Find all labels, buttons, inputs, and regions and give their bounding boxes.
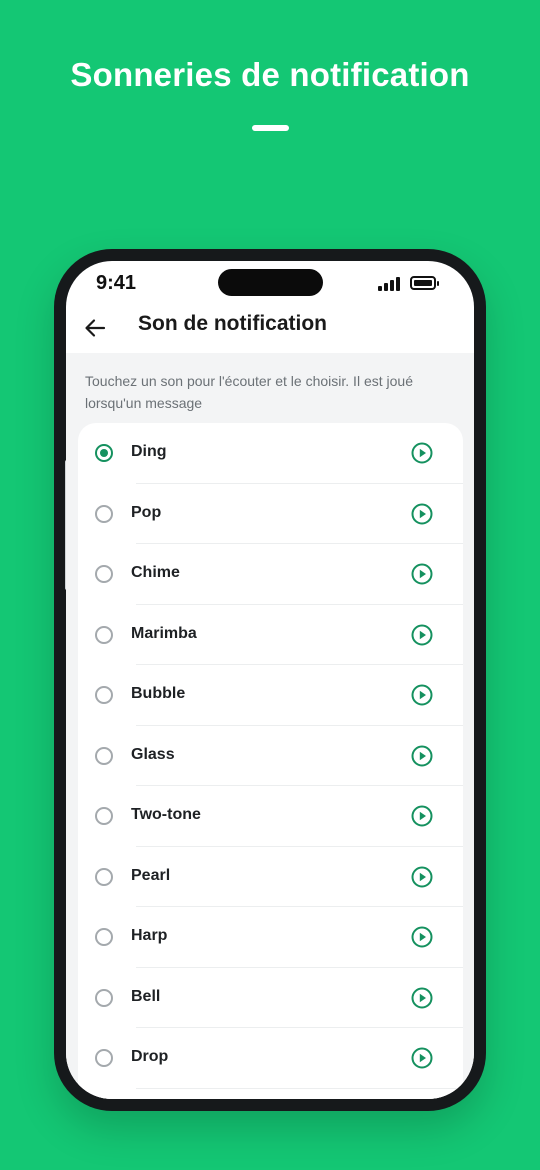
play-preview-icon[interactable] <box>411 987 433 1009</box>
sound-option-row[interactable]: Bubble <box>78 665 463 726</box>
sound-option-row[interactable]: Drop <box>78 1028 463 1089</box>
radio-selected-icon[interactable] <box>95 444 113 462</box>
content-area: Touchez un son pour l'écouter et le choi… <box>66 353 474 1099</box>
radio-unselected-icon[interactable] <box>95 746 113 765</box>
promo-headline: Sonneries de notification <box>70 56 470 93</box>
sound-option-label: Chime <box>131 564 180 581</box>
battery-icon <box>410 276 439 290</box>
radio-unselected-icon[interactable] <box>95 504 113 523</box>
sound-option-label: Marimba <box>131 624 197 642</box>
sound-option-row[interactable]: Chime <box>78 544 463 605</box>
status-time: 9:41 <box>96 272 137 294</box>
play-preview-icon[interactable] <box>411 805 433 827</box>
radio-unselected-icon[interactable] <box>95 807 113 825</box>
sound-option-label: Bubble <box>131 685 186 702</box>
sound-option-label: Pearl <box>131 866 171 884</box>
sound-option-label: Harp <box>131 927 168 944</box>
play-preview-icon[interactable] <box>411 503 433 525</box>
play-preview-icon[interactable] <box>411 926 433 948</box>
radio-unselected-icon[interactable] <box>95 565 113 583</box>
play-preview-icon[interactable] <box>411 442 433 464</box>
radio-unselected-icon[interactable] <box>95 988 113 1007</box>
status-bar: 9:41 <box>66 261 474 305</box>
radio-unselected-icon[interactable] <box>95 1049 113 1067</box>
play-preview-icon[interactable] <box>411 684 433 706</box>
app-bar: Son de notification <box>66 305 474 353</box>
play-preview-icon[interactable] <box>411 866 433 888</box>
radio-unselected-icon[interactable] <box>95 686 113 704</box>
sound-list: Ding Pop Chime Marimba Bubble Glass Two-tone Pe… <box>78 423 463 1099</box>
radio-unselected-icon[interactable] <box>95 867 113 886</box>
play-preview-icon[interactable] <box>411 624 433 646</box>
sound-option-row[interactable]: Marimba <box>78 605 463 665</box>
sound-option-row[interactable]: Glass <box>78 726 463 786</box>
sound-option-row[interactable]: Harp <box>78 907 463 968</box>
helper-text: Touchez un son pour l'écouter et le choi… <box>85 373 413 411</box>
row-divider <box>136 1087 463 1089</box>
sound-option-label: Glass <box>131 745 175 763</box>
sound-option-label: Two-tone <box>131 806 201 823</box>
play-preview-icon[interactable] <box>411 563 433 585</box>
sound-option-label: Pop <box>131 503 162 521</box>
page-title: Son de notification <box>138 312 327 335</box>
cellular-signal-icon <box>378 277 400 291</box>
play-preview-icon[interactable] <box>411 745 433 767</box>
sound-option-row[interactable]: Two-tone <box>78 786 463 847</box>
sound-option-row[interactable]: Pop <box>78 484 463 544</box>
sound-option-label: Bell <box>131 987 161 1005</box>
play-preview-icon[interactable] <box>411 1047 433 1069</box>
sound-option-row[interactable]: Pearl <box>78 847 463 907</box>
sound-option-row[interactable]: Ding <box>78 423 463 484</box>
dynamic-island <box>218 269 323 296</box>
radio-unselected-icon[interactable] <box>95 625 113 644</box>
sound-option-label: Ding <box>131 443 167 460</box>
headline-underline <box>252 125 289 131</box>
sound-option-row[interactable]: Bell <box>78 968 463 1028</box>
sound-option-label: Drop <box>131 1048 169 1065</box>
phone-screen: 9:41 Son de notification Touchez un son … <box>66 261 474 1099</box>
radio-unselected-icon[interactable] <box>95 928 113 946</box>
back-arrow-icon[interactable] <box>84 317 106 339</box>
